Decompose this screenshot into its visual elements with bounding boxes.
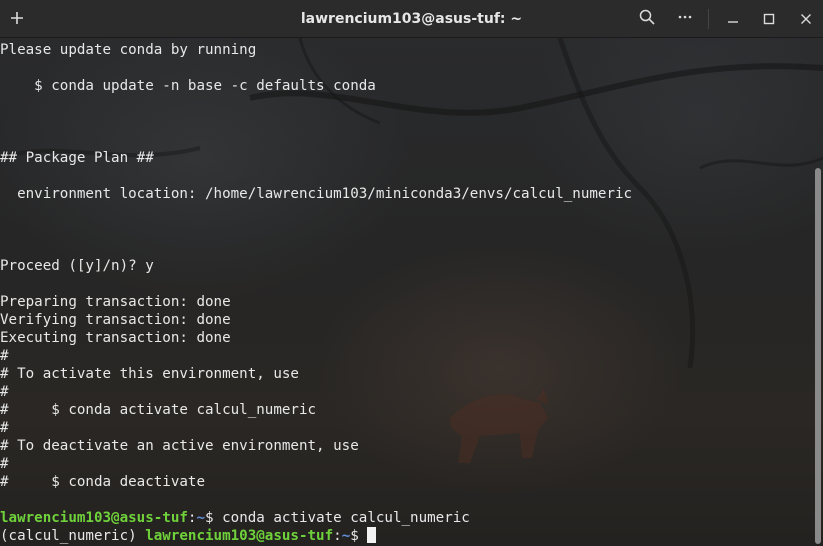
- scrollbar-thumb[interactable]: [815, 168, 821, 544]
- terminal-line: #: [0, 384, 9, 400]
- terminal-line: # To activate this environment, use: [0, 366, 299, 382]
- terminal-line: # $ conda activate calcul_numeric: [0, 402, 317, 418]
- prompt-user-host: lawrencium103@asus-tuf: [145, 528, 334, 544]
- active-prompt-line[interactable]: (calcul_numeric) lawrencium103@asus-tuf:…: [0, 527, 632, 545]
- prompt-colon: :: [333, 528, 342, 544]
- terminal-window: lawrencium103@asus-tuf: ~ Please update …: [0, 0, 823, 546]
- prompt-user-host: lawrencium103@asus-tuf: [0, 510, 188, 526]
- text-cursor[interactable]: [367, 527, 377, 543]
- maximize-button[interactable]: [752, 0, 786, 38]
- terminal-line: #: [0, 456, 9, 472]
- minimize-button[interactable]: [716, 0, 750, 38]
- terminal-line: Executing transaction: done: [0, 330, 231, 346]
- scrollbar[interactable]: [813, 38, 823, 546]
- maximize-icon: [763, 10, 775, 29]
- terminal-line: environment location: /home/lawrencium10…: [0, 186, 633, 202]
- window-title: lawrencium103@asus-tuf: ~: [300, 11, 523, 27]
- terminal-line: Proceed ([y]/n)? y: [0, 258, 154, 274]
- terminal-line: Verifying transaction: done: [0, 312, 231, 328]
- close-icon: [800, 10, 812, 29]
- terminal-line: # To deactivate an active environment, u…: [0, 438, 359, 454]
- terminal-output[interactable]: Please update conda by running $ conda u…: [0, 38, 823, 546]
- menu-button[interactable]: [668, 0, 702, 38]
- header-bar: lawrencium103@asus-tuf: ~: [0, 0, 823, 38]
- prompt-dollar: $: [350, 528, 368, 544]
- command-prompt-line: lawrencium103@asus-tuf:~$ conda activate…: [0, 509, 632, 527]
- terminal-line: #: [0, 348, 9, 364]
- terminal-line: Please update conda by running: [0, 42, 257, 58]
- terminal-line: # $ conda deactivate: [0, 474, 205, 490]
- terminal-line: Preparing transaction: done: [0, 294, 231, 310]
- search-button[interactable]: [630, 0, 664, 38]
- terminal-line: $ conda update -n base -c defaults conda: [0, 78, 376, 94]
- minimize-icon: [727, 10, 739, 29]
- terminal-line: #: [0, 420, 9, 436]
- entered-command: conda activate calcul_numeric: [222, 510, 470, 526]
- prompt-path: ~: [196, 510, 206, 526]
- conda-env-indicator: (calcul_numeric): [0, 528, 146, 544]
- search-icon: [639, 9, 655, 29]
- prompt-dollar: $: [205, 510, 223, 526]
- new-tab-button[interactable]: [0, 0, 34, 38]
- plus-icon: [10, 10, 24, 29]
- close-button[interactable]: [789, 0, 823, 38]
- header-divider: [708, 9, 709, 29]
- terminal-lines: Please update conda by running $ conda u…: [0, 41, 632, 545]
- prompt-path: ~: [341, 528, 351, 544]
- ellipsis-icon: [677, 9, 693, 29]
- terminal-line: ## Package Plan ##: [0, 150, 154, 166]
